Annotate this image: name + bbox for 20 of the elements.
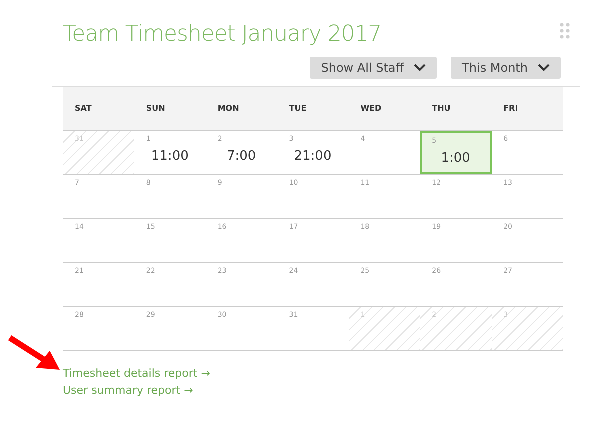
- hours-total: 11:00: [150, 148, 190, 166]
- filter-dropdown[interactable]: This Month: [451, 57, 561, 79]
- arrow-drawing: [8, 334, 62, 372]
- hours-total: 7:00: [226, 148, 258, 166]
- filter-dropdown[interactable]: Show All Staff: [310, 57, 438, 79]
- weekday-label: WED: [360, 102, 383, 114]
- hours-total: 21:00: [293, 148, 333, 166]
- weekday-label: MON: [216, 102, 240, 114]
- weekday-label: THU: [431, 102, 452, 114]
- chevron-down-icon: [414, 64, 426, 72]
- hours-total: 1:00: [440, 150, 472, 168]
- weekday-label: SAT: [74, 102, 93, 114]
- weekday-label: FRI: [502, 102, 520, 114]
- drag-handle-icon[interactable]: [560, 23, 570, 39]
- widget-title: Team Timesheet January 2017: [63, 21, 382, 49]
- weekday-label: SUN: [145, 102, 166, 114]
- chevron-down-icon: [538, 64, 550, 72]
- report-link[interactable]: Timesheet details report →: [63, 365, 210, 382]
- weekday-label: TUE: [288, 102, 308, 114]
- report-link[interactable]: User summary report →: [63, 382, 194, 399]
